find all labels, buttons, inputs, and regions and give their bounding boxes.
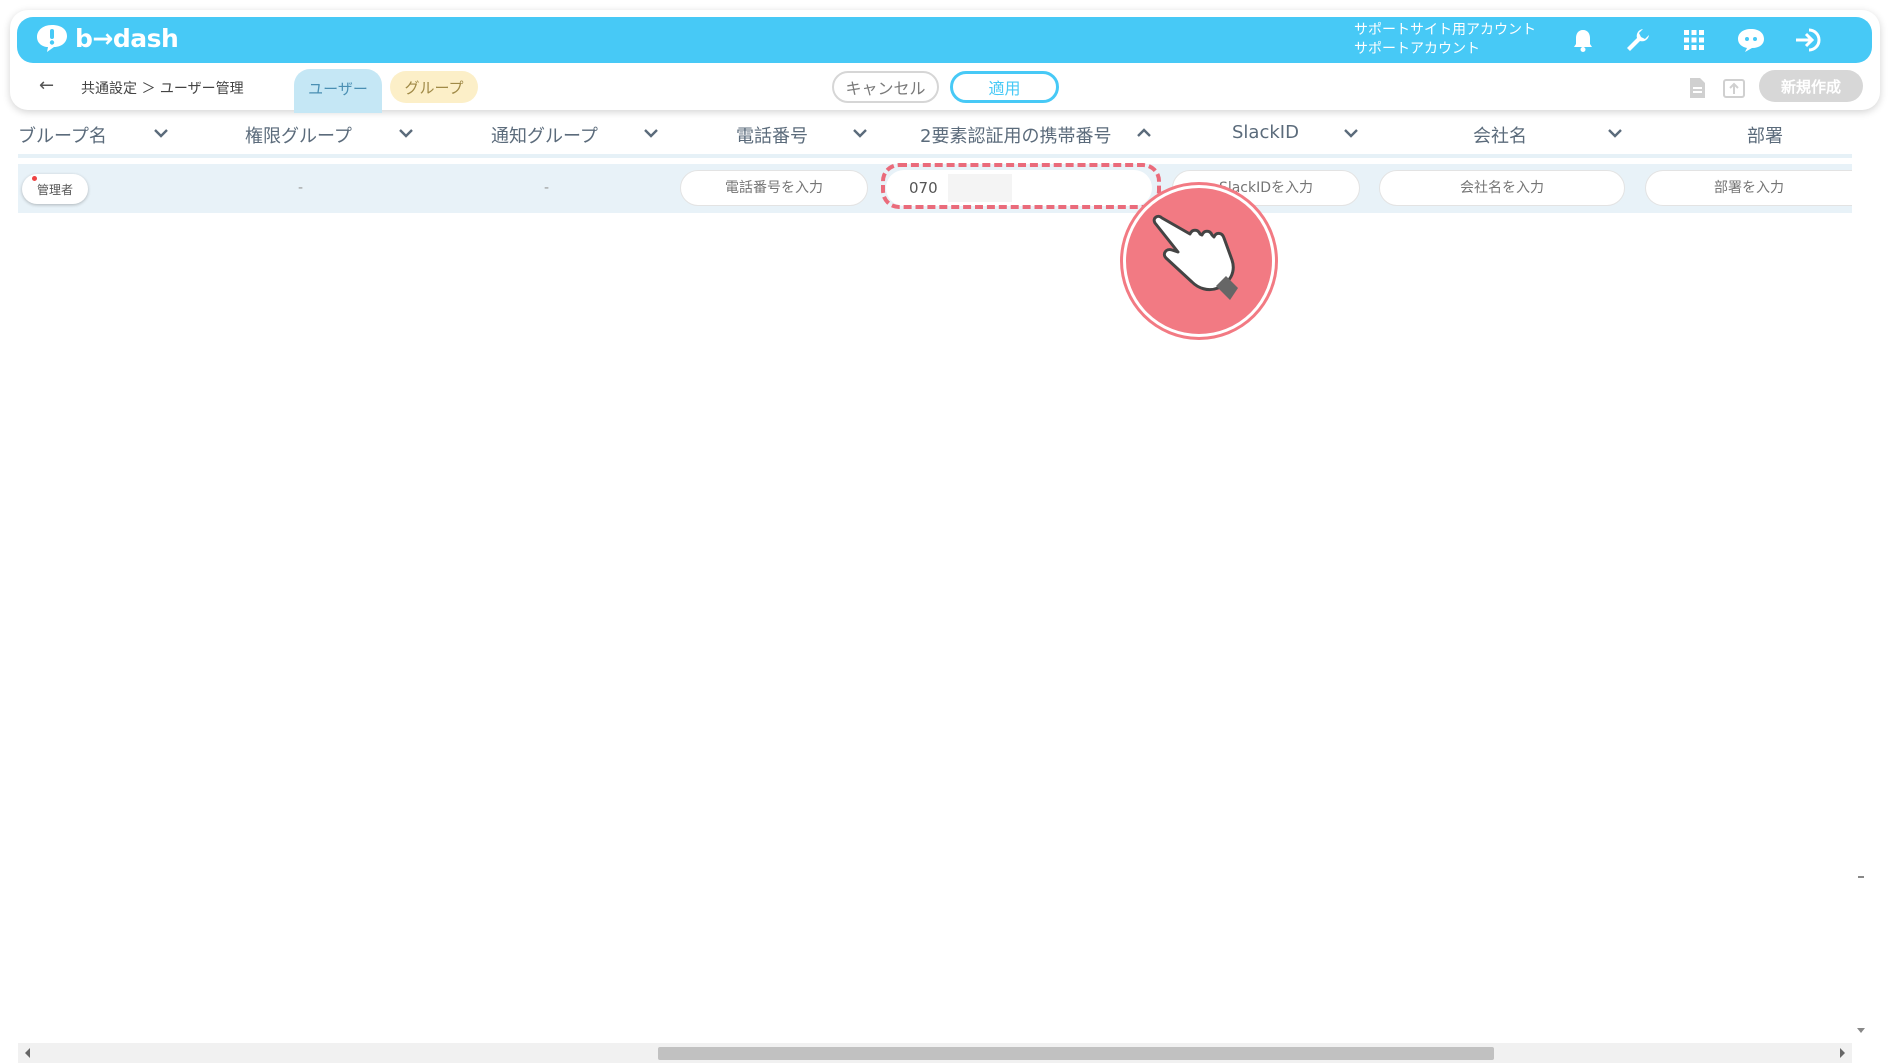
- new-create-button[interactable]: 新規作成: [1759, 70, 1863, 102]
- column-header-mobile-2fa[interactable]: 2要素認証用の携帯番号: [920, 122, 1111, 152]
- column-header-slackid[interactable]: SlackID: [1232, 122, 1299, 152]
- column-header-department[interactable]: 部署: [1747, 122, 1783, 152]
- breadcrumb: 共通設定 ＞ ユーザー管理: [81, 81, 244, 97]
- column-header-company[interactable]: 会社名: [1473, 122, 1527, 152]
- chevron-down-icon[interactable]: [397, 124, 415, 142]
- horizontal-scroll-thumb[interactable]: [658, 1047, 1494, 1060]
- hand-pointer-icon: [1152, 214, 1238, 300]
- tab-user[interactable]: ユーザー: [294, 69, 382, 113]
- chevron-down-icon[interactable]: [1606, 124, 1624, 142]
- logo-text: b→dash: [75, 23, 179, 53]
- logout-icon[interactable]: [1793, 25, 1823, 55]
- column-header-phone[interactable]: 電話番号: [736, 122, 808, 152]
- chevron-down-icon[interactable]: [642, 124, 660, 142]
- department-input[interactable]: [1645, 170, 1852, 206]
- company-input[interactable]: [1379, 170, 1625, 206]
- permission-group-value: -: [298, 180, 304, 196]
- chevron-down-icon[interactable]: [1342, 124, 1360, 142]
- account-info[interactable]: サポートサイト用アカウント サポートアカウント: [1354, 21, 1536, 59]
- header-divider: [18, 154, 1852, 158]
- document-icon[interactable]: [1685, 76, 1709, 100]
- scroll-right-icon[interactable]: [1832, 1043, 1852, 1063]
- back-arrow-icon[interactable]: ←: [39, 75, 54, 96]
- column-header-group-name[interactable]: ブループ名: [18, 122, 107, 152]
- bell-icon[interactable]: [1568, 25, 1598, 55]
- cancel-button[interactable]: キャンセル: [832, 71, 939, 103]
- phone-input[interactable]: [680, 170, 868, 206]
- vertical-scrollbar[interactable]: [1852, 158, 1870, 1043]
- wrench-icon[interactable]: [1623, 25, 1653, 55]
- chevron-down-icon[interactable]: [851, 124, 869, 142]
- logo-mark-icon: [37, 25, 67, 52]
- logo[interactable]: b→dash: [35, 23, 179, 53]
- scroll-left-icon[interactable]: [18, 1043, 38, 1063]
- required-dot: [32, 176, 37, 181]
- notification-group-value: -: [544, 180, 550, 196]
- tab-group[interactable]: グループ: [390, 71, 478, 103]
- account-name: サポートサイト用アカウント: [1354, 22, 1536, 38]
- chat-robot-icon[interactable]: [1736, 25, 1766, 55]
- chevron-up-icon[interactable]: [1135, 124, 1153, 142]
- column-header-permission-group[interactable]: 権限グループ: [245, 122, 352, 152]
- chevron-down-icon[interactable]: [152, 124, 170, 142]
- highlight-frame: [881, 163, 1161, 209]
- sub-bar: ← 共通設定 ＞ ユーザー管理 ユーザー グループ キャンセル 適用 新規作成: [17, 66, 1872, 113]
- top-bar: b→dash サポートサイト用アカウント サポートアカウント: [17, 17, 1872, 63]
- click-pointer: [1123, 185, 1275, 337]
- grid-icon[interactable]: [1679, 25, 1709, 55]
- upload-icon[interactable]: [1722, 76, 1746, 100]
- apply-button[interactable]: 適用: [950, 71, 1059, 103]
- account-user: サポートアカウント: [1354, 41, 1480, 57]
- column-header-notification-group[interactable]: 通知グループ: [491, 122, 598, 152]
